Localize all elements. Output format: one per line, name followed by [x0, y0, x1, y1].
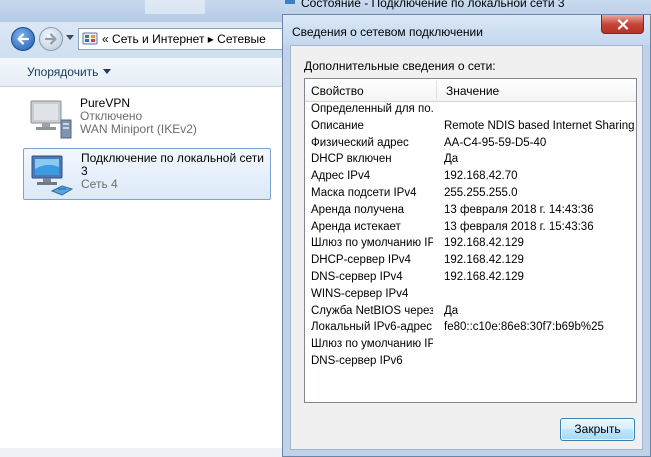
- chevron-down-icon: [103, 69, 112, 74]
- property-cell: DNS-сервер IPv6: [311, 354, 403, 367]
- breadcrumb-separator[interactable]: ▸: [208, 32, 214, 46]
- table-row[interactable]: Определенный для по...: [305, 102, 636, 119]
- value-cell: 192.168.42.129: [444, 270, 524, 283]
- table-row[interactable]: Адрес IPv4 192.168.42.70: [305, 169, 636, 186]
- connection-device: WAN Miniport (IKEv2): [80, 122, 197, 136]
- list-item-lan3[interactable]: Подключение по локальной сети 3 Сеть 4: [23, 148, 271, 200]
- forward-button[interactable]: [39, 27, 63, 51]
- table-row[interactable]: Служба NetBIOS через... Да: [305, 304, 636, 321]
- close-icon: [617, 18, 628, 30]
- list-header: Свойство Значение: [305, 79, 636, 102]
- details-list[interactable]: Свойство Значение Определенный для по...…: [304, 78, 637, 403]
- details-rows: Определенный для по... Описание Remote NDI…: [305, 102, 636, 371]
- table-row[interactable]: DNS-сервер IPv6: [305, 354, 636, 371]
- property-cell: Определенный для по...: [311, 103, 433, 115]
- dialog-titlebar[interactable]: Сведения о сетевом подключении: [283, 15, 650, 45]
- table-row[interactable]: Аренда получена 13 февраля 2018 г. 14:43:…: [305, 203, 636, 220]
- property-cell: Локальный IPv6-адрес...: [311, 321, 433, 334]
- connection-status: Сеть 4: [81, 177, 118, 191]
- arrow-left-icon: [17, 33, 30, 45]
- property-cell: Аренда получена: [311, 203, 405, 216]
- property-cell: Физический адрес: [311, 136, 409, 149]
- property-cell: Описание: [311, 119, 364, 132]
- value-cell: 192.168.42.70: [444, 170, 518, 183]
- value-cell: Remote NDIS based Internet Sharing Dev: [444, 119, 637, 132]
- details-caption: Дополнительные сведения о сети:: [304, 59, 496, 73]
- list-item-purevpn[interactable]: PureVPN Отключено WAN Miniport (IKEv2): [23, 94, 271, 146]
- close-button[interactable]: Закрыть: [560, 418, 635, 441]
- property-cell: DNS-сервер IPv4: [311, 270, 403, 283]
- status-window-title: Состояние - Подключение по локальной сет…: [301, 0, 565, 10]
- table-row[interactable]: DHCP-сервер IPv4 192.168.42.129: [305, 253, 636, 270]
- arrow-right-icon: [44, 33, 57, 45]
- property-cell: DHCP включен: [311, 153, 392, 166]
- dialog-title: Сведения о сетевом подключении: [292, 25, 483, 39]
- address-chevrons[interactable]: «: [102, 32, 109, 46]
- column-header-value[interactable]: Значение: [446, 84, 499, 98]
- table-row[interactable]: Шлюз по умолчанию IP... 192.168.42.129: [305, 236, 636, 253]
- network-icon: [285, 0, 295, 4]
- column-header-property[interactable]: Свойство: [311, 84, 364, 98]
- control-panel-icon: [82, 32, 98, 45]
- property-cell: Адрес IPv4: [311, 170, 371, 183]
- value-cell: 192.168.42.129: [444, 237, 524, 250]
- table-row[interactable]: Физический адрес AA-C4-95-59-D5-40: [305, 136, 636, 153]
- vpn-connection-icon: [30, 100, 72, 139]
- property-cell: Шлюз по умолчанию IP...: [311, 338, 433, 351]
- address-bar[interactable]: « Сеть и Интернет ▸ Сетевые: [78, 28, 288, 50]
- table-row[interactable]: DHCP включен Да: [305, 152, 636, 169]
- table-row[interactable]: Аренда истекает 13 февраля 2018 г. 15:43:…: [305, 220, 636, 237]
- value-cell: Да: [444, 153, 459, 166]
- command-bar: Упорядочить: [0, 58, 285, 87]
- network-details-dialog: Сведения о сетевом подключении Дополните…: [282, 14, 651, 457]
- value-cell: Да: [444, 304, 459, 317]
- explorer-titlebar: [0, 0, 285, 22]
- table-row[interactable]: Описание Remote NDIS based Internet Shari…: [305, 119, 636, 136]
- value-cell: 255.255.255.0: [444, 186, 518, 199]
- table-row[interactable]: Локальный IPv6-адрес... fe80::c10e:86e8:3…: [305, 320, 636, 337]
- breadcrumb-network-connections[interactable]: Сетевые: [217, 32, 266, 46]
- property-cell: Шлюз по умолчанию IP...: [311, 237, 433, 250]
- lan-connection-icon: [31, 155, 74, 196]
- table-row[interactable]: DNS-сервер IPv4 192.168.42.129: [305, 270, 636, 287]
- table-row[interactable]: Маска подсети IPv4 255.255.255.0: [305, 186, 636, 203]
- connection-name: Подключение по локальной сети 3: [81, 151, 264, 178]
- table-row[interactable]: WINS-сервер IPv4: [305, 287, 636, 304]
- close-window-button[interactable]: [601, 15, 644, 34]
- property-cell: WINS-сервер IPv4: [311, 287, 409, 300]
- table-row[interactable]: Шлюз по умолчанию IP...: [305, 337, 636, 354]
- navigation-bar: « Сеть и Интернет ▸ Сетевые: [0, 22, 288, 58]
- recent-pages-dropdown[interactable]: [66, 35, 74, 40]
- dialog-body: Дополнительные сведения о сети: Свойство…: [290, 45, 643, 450]
- connections-list: PureVPN Отключено WAN Miniport (IKEv2) П…: [0, 87, 285, 457]
- property-cell: Маска подсети IPv4: [311, 186, 417, 199]
- value-cell: 192.168.42.129: [444, 254, 524, 267]
- property-cell: DHCP-сервер IPv4: [311, 254, 411, 267]
- organize-button[interactable]: Упорядочить: [27, 65, 112, 79]
- breadcrumb-network-internet[interactable]: Сеть и Интернет: [112, 32, 204, 46]
- property-cell: Служба NetBIOS через...: [311, 304, 433, 317]
- value-cell: fe80::c10e:86e8:30f7:b69b%25: [444, 321, 604, 334]
- property-cell: Аренда истекает: [311, 220, 401, 233]
- value-cell: 13 февраля 2018 г. 14:43:36: [444, 203, 594, 216]
- value-cell: AA-C4-95-59-D5-40: [444, 136, 547, 149]
- value-cell: 13 февраля 2018 г. 15:43:36: [444, 220, 594, 233]
- status-window-titlebar: Состояние - Подключение по локальной сет…: [285, 0, 651, 14]
- back-button[interactable]: [11, 27, 35, 51]
